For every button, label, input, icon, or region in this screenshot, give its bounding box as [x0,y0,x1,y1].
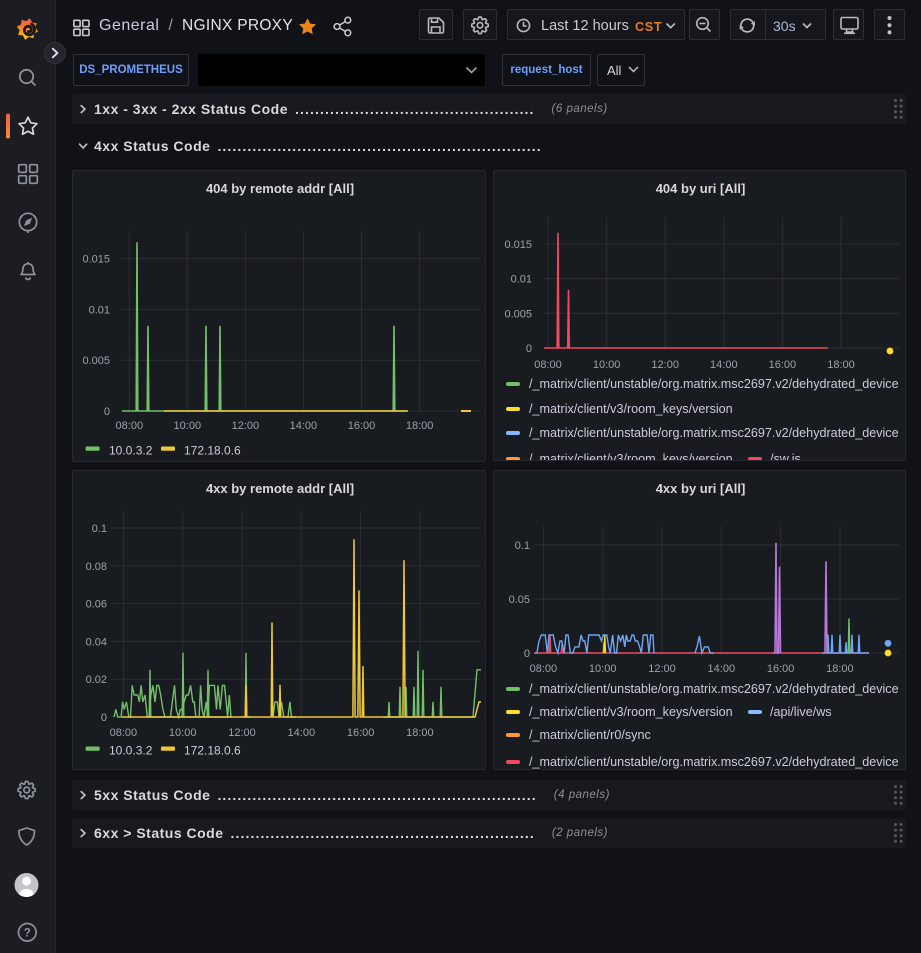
svg-text:08:00: 08:00 [110,727,138,739]
svg-text:10:00: 10:00 [169,727,197,739]
svg-text:16:00: 16:00 [769,359,797,371]
svg-text:18:00: 18:00 [406,420,434,432]
svg-text:16:00: 16:00 [347,727,375,739]
svg-text:/_matrix/client/unstable/org.m: /_matrix/client/unstable/org.matrix.msc2… [529,377,899,391]
svg-text:0.02: 0.02 [86,674,107,686]
svg-text:/_matrix/client/v3/room_keys/v: /_matrix/client/v3/room_keys/version [529,402,733,416]
svg-text:/_matrix/client/r0/sync: /_matrix/client/r0/sync [529,728,651,742]
svg-text:404 by uri [All]: 404 by uri [All] [656,181,746,196]
svg-text:0.04: 0.04 [86,636,107,648]
svg-text:16:00: 16:00 [767,663,795,675]
svg-text:18:00: 18:00 [406,727,434,739]
svg-text:/_matrix/client/v3/room_keys/v: /_matrix/client/v3/room_keys/version [529,452,733,461]
svg-text:18:00: 18:00 [826,663,854,675]
svg-text:/_matrix/client/unstable/org.m: /_matrix/client/unstable/org.matrix.msc2… [529,426,899,440]
svg-text:10.0.3.2: 10.0.3.2 [109,444,153,458]
svg-text:12:00: 12:00 [228,727,256,739]
svg-text:10.0.3.2: 10.0.3.2 [109,744,153,758]
svg-text:0.005: 0.005 [504,308,532,320]
svg-text:/_matrix/client/unstable/org.m: /_matrix/client/unstable/org.matrix.msc2… [529,755,899,769]
svg-text:0.05: 0.05 [509,594,530,606]
svg-text:0.06: 0.06 [86,599,107,611]
svg-text:0.1: 0.1 [515,540,530,552]
svg-text:10:00: 10:00 [593,359,621,371]
svg-text:0.005: 0.005 [82,355,110,367]
svg-text:12:00: 12:00 [648,663,676,675]
svg-text:172.18.0.6: 172.18.0.6 [184,744,241,758]
svg-text:14:00: 14:00 [288,727,316,739]
svg-text:14:00: 14:00 [710,359,738,371]
svg-text:0.01: 0.01 [511,274,532,286]
svg-text:0.015: 0.015 [504,239,532,251]
svg-text:/_matrix/client/unstable/org.m: /_matrix/client/unstable/org.matrix.msc2… [529,682,899,696]
svg-text:0.1: 0.1 [92,523,107,535]
svg-text:16:00: 16:00 [348,420,376,432]
svg-text:4xx by remote addr [All]: 4xx by remote addr [All] [206,481,354,496]
svg-text:0: 0 [104,406,110,418]
svg-text:08:00: 08:00 [534,359,562,371]
svg-text:/sw.js: /sw.js [770,452,801,461]
svg-text:/_matrix/client/v3/room_keys/v: /_matrix/client/v3/room_keys/version [529,705,733,719]
svg-text:172.18.0.6: 172.18.0.6 [184,444,241,458]
svg-text:?: ? [24,928,31,940]
svg-text:0.01: 0.01 [89,304,110,316]
svg-text:404 by remote addr [All]: 404 by remote addr [All] [206,181,354,196]
svg-text:10:00: 10:00 [174,420,202,432]
svg-text:14:00: 14:00 [708,663,736,675]
svg-text:12:00: 12:00 [232,420,260,432]
svg-text:12:00: 12:00 [651,359,679,371]
svg-text:0: 0 [101,712,107,724]
svg-text:0.015: 0.015 [82,254,110,266]
svg-text:08:00: 08:00 [530,663,558,675]
svg-text:4xx by uri [All]: 4xx by uri [All] [656,481,746,496]
svg-text:18:00: 18:00 [827,359,855,371]
svg-text:14:00: 14:00 [290,420,318,432]
svg-text:0: 0 [526,343,532,355]
svg-text:0.08: 0.08 [86,561,107,573]
svg-text:/api/live/ws: /api/live/ws [770,705,832,719]
svg-text:08:00: 08:00 [116,420,144,432]
svg-text:0: 0 [524,648,530,660]
svg-text:10:00: 10:00 [589,663,617,675]
